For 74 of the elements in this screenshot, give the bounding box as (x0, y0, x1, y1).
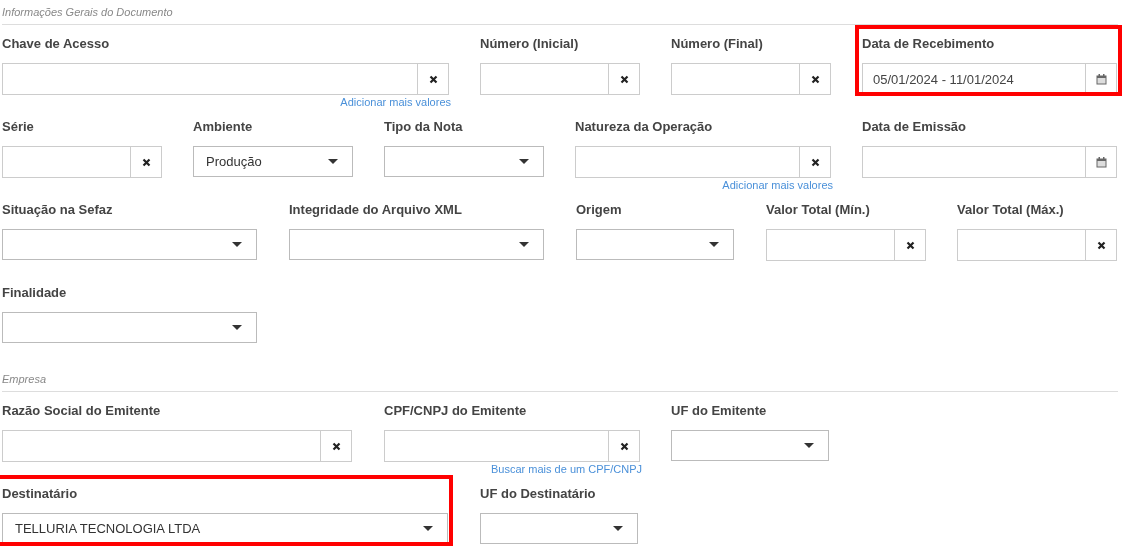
caret-icon (232, 324, 242, 330)
field-label: Série (2, 119, 34, 135)
dropdown[interactable] (671, 430, 829, 461)
caret-icon (709, 241, 719, 247)
input-field[interactable] (862, 146, 1085, 178)
input-field[interactable] (575, 146, 799, 178)
field-label: UF do Destinatário (480, 486, 596, 502)
close-icon (619, 74, 629, 84)
clear-button[interactable] (608, 430, 640, 462)
field-label: Data de Recebimento (862, 36, 995, 52)
field-label: Origem (576, 202, 622, 218)
field-label: Número (Final) (671, 36, 763, 52)
close-icon (810, 157, 820, 167)
input-field[interactable] (2, 63, 417, 95)
dropdown[interactable] (384, 146, 544, 177)
dropdown[interactable] (2, 312, 257, 343)
calendar-button[interactable] (1085, 63, 1117, 95)
field-label: Integridade do Arquivo XML (289, 202, 462, 218)
caret-icon (804, 442, 814, 448)
section-title: Informações Gerais do Documento (2, 6, 173, 18)
input-field[interactable] (766, 229, 894, 261)
calendar-button[interactable] (1085, 146, 1117, 178)
dropdown[interactable]: TELLURIA TECNOLOGIA LTDA (2, 513, 448, 544)
caret-icon (232, 241, 242, 247)
caret-icon (613, 525, 623, 531)
close-icon (428, 74, 438, 84)
clear-button[interactable] (894, 229, 926, 261)
clear-button[interactable] (799, 63, 831, 95)
input-field[interactable] (480, 63, 608, 95)
field-label: Razão Social do Emitente (2, 403, 161, 419)
dropdown[interactable] (576, 229, 734, 260)
clear-button[interactable] (608, 63, 640, 95)
field-label: CPF/CNPJ do Emitente (384, 403, 527, 419)
close-icon (331, 441, 341, 451)
dropdown[interactable] (289, 229, 544, 260)
caret-icon (519, 158, 529, 164)
input-field[interactable]: 05/01/2024 - 11/01/2024 (862, 63, 1085, 95)
caret-icon (328, 158, 338, 164)
field-label: Finalidade (2, 285, 67, 301)
clear-button[interactable] (320, 430, 352, 462)
field-label: UF do Emitente (671, 403, 767, 419)
field-label: Situação na Sefaz (2, 202, 113, 218)
dropdown[interactable] (2, 229, 257, 260)
input-field[interactable] (2, 430, 320, 462)
field-label: Chave de Acesso (2, 36, 110, 52)
input-field[interactable] (384, 430, 608, 462)
close-icon (810, 74, 820, 84)
close-icon (619, 441, 629, 451)
input-field[interactable] (671, 63, 799, 95)
section-title: Empresa (2, 373, 47, 385)
field-label: Natureza da Operação (575, 119, 713, 135)
close-icon (1096, 240, 1106, 250)
dropdown[interactable] (480, 513, 638, 544)
calendar-icon (1095, 73, 1107, 85)
clear-button[interactable] (799, 146, 831, 178)
field-label: Tipo da Nota (384, 119, 463, 135)
field-label: Valor Total (Máx.) (957, 202, 1064, 218)
close-icon (141, 157, 151, 167)
field-label: Ambiente (193, 119, 253, 135)
caret-icon (423, 525, 433, 531)
field-label: Número (Inicial) (480, 36, 579, 52)
dropdown[interactable]: Produção (193, 146, 353, 177)
close-icon (905, 240, 915, 250)
input-field[interactable] (2, 146, 130, 178)
field-label: Data de Emissão (862, 119, 967, 135)
caret-icon (519, 241, 529, 247)
clear-button[interactable] (1085, 229, 1117, 261)
field-label: Valor Total (Mín.) (766, 202, 870, 218)
clear-button[interactable] (130, 146, 162, 178)
input-field[interactable] (957, 229, 1085, 261)
field-label: Destinatário (2, 486, 78, 502)
clear-button[interactable] (417, 63, 449, 95)
add-values-link[interactable]: Buscar mais de um CPF/CNPJ (491, 462, 642, 475)
calendar-icon (1095, 156, 1107, 168)
